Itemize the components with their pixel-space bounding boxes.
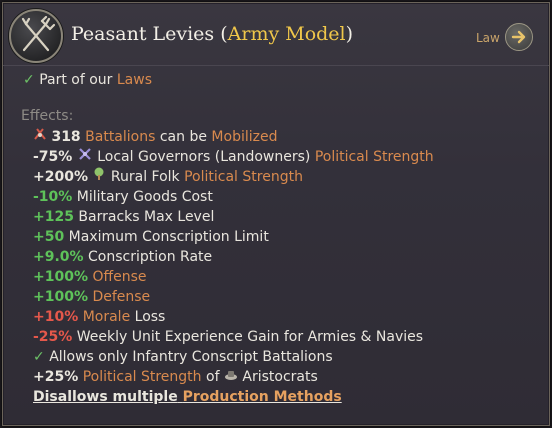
status-line: ✓ Part of our Laws (23, 70, 152, 90)
effect-military-goods: -10% Military Goods Cost (33, 187, 213, 207)
arrow-right-icon (511, 30, 526, 44)
effect-morale: +10% Morale Loss (33, 307, 165, 327)
political-strength-link[interactable]: Political Strength (315, 149, 434, 165)
effect-value: +50 (33, 229, 65, 245)
effect-value: +100% (33, 289, 88, 305)
effect-experience: -25% Weekly Unit Experience Gain for Arm… (33, 327, 423, 347)
page-title: Peasant Levies (Army Model) (71, 23, 353, 45)
effect-governors: -75% Local Governors (Landowners) Politi… (33, 147, 434, 167)
effect-text: Maximum Conscription Limit (68, 229, 269, 245)
tooltip-panel: Peasant Levies (Army Model) Law ✓ Part o… (2, 2, 550, 426)
effect-text: Barracks Max Level (78, 209, 215, 225)
title-highlight[interactable]: Army Model (228, 23, 346, 45)
effect-defense: +100% Defense (33, 287, 150, 307)
effect-text: Loss (134, 309, 166, 325)
effect-value: +125 (33, 209, 74, 225)
battalions-link[interactable]: Battalions (85, 129, 155, 145)
effect-text: Rural Folk (110, 169, 180, 185)
effect-value: -75% (33, 149, 73, 165)
effect-value: -10% (33, 189, 73, 205)
effect-conscription-rate: +9.0% Conscription Rate (33, 247, 212, 267)
offense-link[interactable]: Offense (92, 269, 146, 285)
effect-disallow: Disallows multiple Production Methods (33, 387, 342, 407)
effect-rural-folk: +200% Rural Folk Political Strength (33, 167, 303, 187)
effect-text: of (206, 369, 220, 385)
effect-infantry: ✓ Allows only Infantry Conscript Battali… (33, 347, 333, 367)
effect-barracks: +125 Barracks Max Level (33, 207, 214, 227)
tree-icon (92, 167, 106, 187)
laws-link[interactable]: Laws (117, 72, 152, 88)
political-strength-link[interactable]: Political Strength (83, 369, 202, 385)
effect-text: Conscription Rate (88, 249, 213, 265)
effects-label: Effects: (21, 108, 74, 124)
title-main: Peasant Levies (71, 23, 215, 45)
aristocrat-icon (224, 367, 238, 387)
title-paren-close: ) (345, 23, 354, 45)
effect-value: +9.0% (33, 249, 84, 265)
battalion-icon (33, 127, 47, 147)
effect-text: can be (159, 129, 207, 145)
political-strength-link[interactable]: Political Strength (184, 169, 303, 185)
effect-text: Local Governors (Landowners) (97, 149, 311, 165)
pitchfork-icon (9, 9, 63, 63)
production-methods-link[interactable]: Production Methods (183, 389, 342, 405)
effect-conscription-limit: +50 Maximum Conscription Limit (33, 227, 269, 247)
checkmark-icon: ✓ (33, 349, 45, 365)
effect-battalions: 318 Battalions can be Mobilized (33, 127, 277, 147)
effect-offense: +100% Offense (33, 267, 147, 287)
governor-icon (77, 147, 93, 167)
effect-text: Allows only Infantry Conscript Battalion… (49, 349, 333, 365)
aristocrats-label: Aristocrats (242, 369, 318, 385)
effect-text: Military Goods Cost (76, 189, 213, 205)
mobilized-link[interactable]: Mobilized (211, 129, 277, 145)
effect-value: +200% (33, 169, 88, 185)
morale-link[interactable]: Morale (83, 309, 130, 325)
law-tag: Law (476, 31, 500, 45)
effect-value: +25% (33, 369, 79, 385)
status-text: Part of our (39, 72, 113, 88)
checkmark-icon: ✓ (23, 72, 35, 88)
effect-value: -25% (33, 329, 73, 345)
defense-link[interactable]: Defense (92, 289, 150, 305)
tooltip-header: Peasant Levies (Army Model) Law (3, 3, 549, 66)
effect-text: Disallows multiple (33, 389, 178, 405)
effect-aristocrats: +25% Political Strength of Aristocrats (33, 367, 318, 387)
law-open-button[interactable] (505, 23, 533, 51)
effect-value: +10% (33, 309, 79, 325)
effect-value: 318 (51, 129, 81, 145)
effect-text: Weekly Unit Experience Gain for Armies &… (76, 329, 424, 345)
title-paren-open: ( (220, 23, 228, 45)
effect-value: +100% (33, 269, 88, 285)
